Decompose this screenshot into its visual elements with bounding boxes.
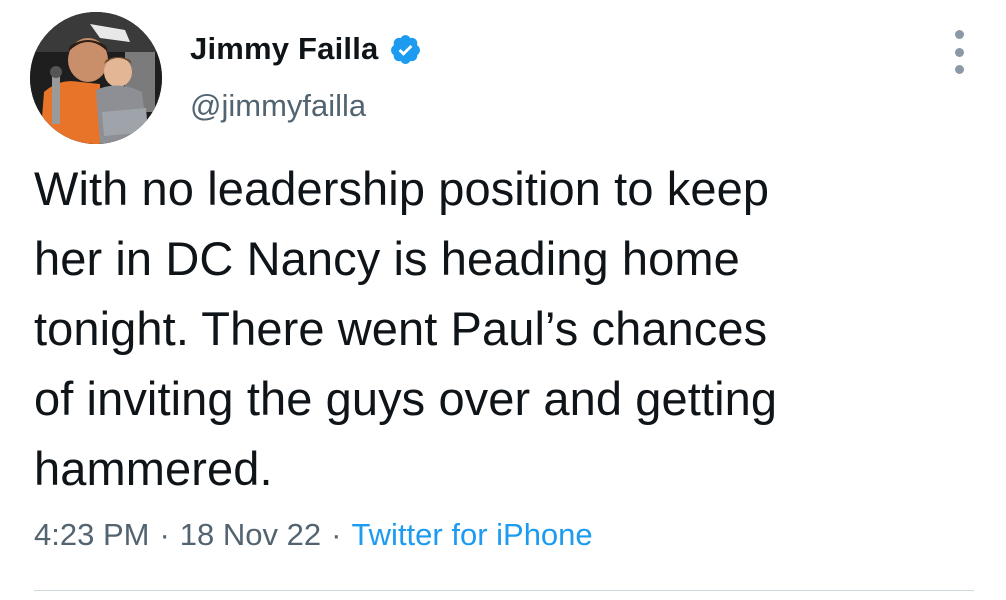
tweet-text-line: of inviting the guys over and getting — [34, 372, 778, 425]
meta-separator: · — [331, 517, 342, 552]
more-options-icon — [954, 30, 964, 39]
tweet-text-line: tonight. There went Paul’s chances — [34, 302, 768, 355]
author-handle[interactable]: @jimmyfailla — [190, 88, 366, 124]
tweet-text-line: With no leadership position to keep — [34, 162, 770, 215]
more-options-icon — [954, 65, 964, 74]
avatar[interactable] — [30, 12, 162, 144]
verified-badge-icon — [389, 33, 422, 66]
tweet-card: Jimmy Failla @jimmyfailla With no leader… — [0, 0, 1006, 600]
tweet-date[interactable]: 18 Nov 22 — [180, 517, 321, 552]
tweet-text: With no leadership position to keep her … — [34, 154, 974, 504]
tweet-meta: 4:23 PM · 18 Nov 22 · Twitter for iPhone — [34, 517, 593, 553]
more-options-button[interactable] — [944, 30, 974, 74]
tweet-source-link[interactable]: Twitter for iPhone — [351, 517, 592, 552]
tweet-time[interactable]: 4:23 PM — [34, 517, 149, 552]
profile-photo-icon — [30, 12, 162, 144]
tweet-text-line: her in DC Nancy is heading home — [34, 232, 740, 285]
tweet-text-line: hammered. — [34, 442, 273, 495]
more-options-icon — [954, 47, 964, 57]
divider — [34, 590, 974, 591]
display-name[interactable]: Jimmy Failla — [190, 31, 379, 67]
author-name-row[interactable]: Jimmy Failla — [190, 31, 422, 67]
meta-separator: · — [159, 517, 170, 552]
